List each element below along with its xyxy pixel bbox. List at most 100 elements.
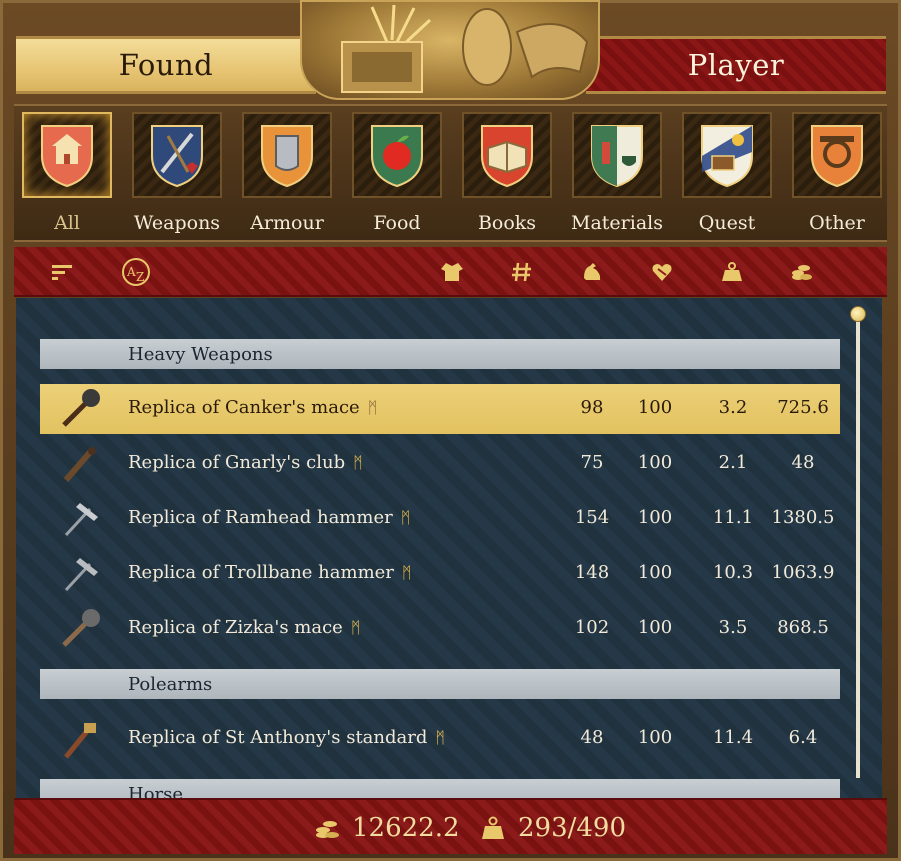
weapons-icon bbox=[132, 112, 222, 198]
item-value-4: 868.5 bbox=[777, 617, 829, 638]
item-value-2: 100 bbox=[637, 617, 673, 638]
item-value-2: 100 bbox=[637, 507, 673, 528]
crest-emblem bbox=[300, 0, 600, 100]
category-quest[interactable]: Quest bbox=[674, 108, 780, 240]
wearable-mark-icon: ᛗ bbox=[401, 563, 412, 582]
category-materials[interactable]: Materials bbox=[564, 108, 670, 240]
price-icon[interactable] bbox=[790, 260, 814, 284]
coins-icon bbox=[316, 821, 339, 838]
tab-player[interactable]: Player bbox=[586, 36, 886, 94]
az-sort-icon[interactable]: AZ bbox=[120, 256, 152, 288]
materials-icon bbox=[572, 112, 662, 198]
svg-text:A: A bbox=[126, 265, 136, 279]
weight-icon bbox=[482, 816, 504, 839]
item-row[interactable]: Replica of Gnarly's club ᛗ 75 100 2.1 48 bbox=[40, 439, 840, 489]
item-name: Replica of Canker's mace ᛗ bbox=[128, 397, 378, 418]
item-name: Replica of Trollbane hammer ᛗ bbox=[128, 562, 412, 583]
category-label: Other bbox=[809, 212, 865, 234]
armour-icon bbox=[242, 112, 332, 198]
sort-bar: AZ bbox=[14, 247, 887, 297]
item-row[interactable]: Replica of Trollbane hammer ᛗ 148 100 10.… bbox=[40, 549, 840, 599]
item-value-3: 2.1 bbox=[718, 452, 748, 473]
wearable-mark-icon: ᛗ bbox=[400, 508, 411, 527]
item-row[interactable]: Replica of Zizka's mace ᛗ 102 100 3.5 868… bbox=[40, 604, 840, 654]
weight-display: 293/490 bbox=[480, 810, 626, 846]
item-value-3: 3.5 bbox=[718, 617, 748, 638]
section-header: Heavy Weapons bbox=[40, 339, 840, 369]
item-row[interactable]: Replica of Canker's mace ᛗ 98 100 3.2 725… bbox=[40, 384, 840, 434]
item-name: Replica of Ramhead hammer ᛗ bbox=[128, 507, 411, 528]
category-label: All bbox=[54, 212, 80, 234]
weight-value: 293/490 bbox=[518, 813, 627, 843]
category-weapons[interactable]: Weapons bbox=[124, 108, 230, 240]
weight-icon[interactable] bbox=[720, 260, 744, 284]
category-label: Materials bbox=[571, 212, 663, 234]
item-value-3: 3.2 bbox=[718, 397, 748, 418]
item-name: Replica of St Anthony's standard ᛗ bbox=[128, 727, 445, 748]
item-value-3: 11.4 bbox=[712, 727, 754, 748]
category-label: Armour bbox=[250, 212, 324, 234]
tab-found-label: Found bbox=[118, 48, 214, 82]
hammer-icon bbox=[64, 558, 98, 592]
scrollbar-thumb[interactable] bbox=[850, 306, 866, 322]
apple-icon bbox=[352, 112, 442, 198]
money-value: 12622.2 bbox=[352, 813, 460, 843]
clothing-icon[interactable] bbox=[440, 260, 464, 284]
item-value-3: 10.3 bbox=[712, 562, 754, 583]
item-value-4: 1063.9 bbox=[771, 562, 835, 583]
item-value-4: 725.6 bbox=[777, 397, 829, 418]
scrollbar-track[interactable] bbox=[856, 312, 860, 778]
section-title: Polearms bbox=[128, 673, 213, 695]
category-bar: All Weapons Armour Food Books Materials bbox=[14, 104, 887, 242]
item-value-2: 100 bbox=[637, 727, 673, 748]
category-label: Food bbox=[373, 212, 421, 234]
section-title: Horse bbox=[128, 783, 184, 799]
wearable-mark-icon: ᛗ bbox=[353, 453, 363, 472]
wearable-mark-icon: ᛗ bbox=[367, 398, 378, 417]
tools-icon bbox=[792, 112, 882, 198]
item-value-4: 6.4 bbox=[788, 727, 818, 748]
category-food[interactable]: Food bbox=[344, 108, 450, 240]
item-value-2: 100 bbox=[637, 562, 673, 583]
item-name: Replica of Gnarly's club ᛗ bbox=[128, 452, 363, 473]
item-name: Replica of Zizka's mace ᛗ bbox=[128, 617, 361, 638]
item-list-panel: Heavy Weapons Replica of Canker's mace ᛗ … bbox=[16, 298, 882, 798]
strength-icon[interactable] bbox=[580, 260, 604, 284]
header: Found Player bbox=[10, 0, 891, 100]
filter-icon[interactable] bbox=[50, 260, 74, 284]
wearable-mark-icon: ᛗ bbox=[435, 728, 445, 747]
category-label: Quest bbox=[698, 212, 756, 234]
standard-icon bbox=[64, 723, 96, 759]
money-display: 12622.2 bbox=[314, 810, 460, 846]
condition-icon[interactable] bbox=[650, 260, 674, 284]
category-label: Weapons bbox=[133, 212, 221, 234]
item-value-2: 100 bbox=[637, 397, 673, 418]
item-row[interactable]: Replica of Ramhead hammer ᛗ 154 100 11.1 … bbox=[40, 494, 840, 544]
tab-found[interactable]: Found bbox=[16, 36, 316, 94]
section-header: Polearms bbox=[40, 669, 840, 699]
book-icon bbox=[462, 112, 552, 198]
category-all[interactable]: All bbox=[14, 108, 120, 240]
tab-player-label: Player bbox=[687, 48, 785, 82]
footer-bar: 12622.2 293/490 bbox=[14, 798, 887, 854]
item-value-3: 11.1 bbox=[712, 507, 754, 528]
mace-icon bbox=[62, 389, 100, 427]
category-other[interactable]: Other bbox=[784, 108, 890, 240]
chest-icon bbox=[682, 112, 772, 198]
category-label: Books bbox=[477, 212, 537, 234]
mace-icon bbox=[62, 609, 100, 647]
count-icon[interactable] bbox=[510, 260, 534, 284]
item-row[interactable]: Replica of St Anthony's standard ᛗ 48 100… bbox=[40, 714, 840, 764]
hammer-icon bbox=[64, 503, 98, 537]
wearable-mark-icon: ᛗ bbox=[350, 618, 361, 637]
item-value-4: 1380.5 bbox=[771, 507, 835, 528]
item-value-2: 100 bbox=[637, 452, 673, 473]
item-value-4: 48 bbox=[791, 452, 815, 473]
section-title: Heavy Weapons bbox=[128, 343, 273, 365]
house-key-icon bbox=[22, 112, 112, 198]
category-books[interactable]: Books bbox=[454, 108, 560, 240]
category-armour[interactable]: Armour bbox=[234, 108, 340, 240]
svg-text:Z: Z bbox=[136, 270, 144, 284]
section-header: Horse bbox=[40, 779, 840, 798]
club-icon bbox=[63, 447, 96, 482]
